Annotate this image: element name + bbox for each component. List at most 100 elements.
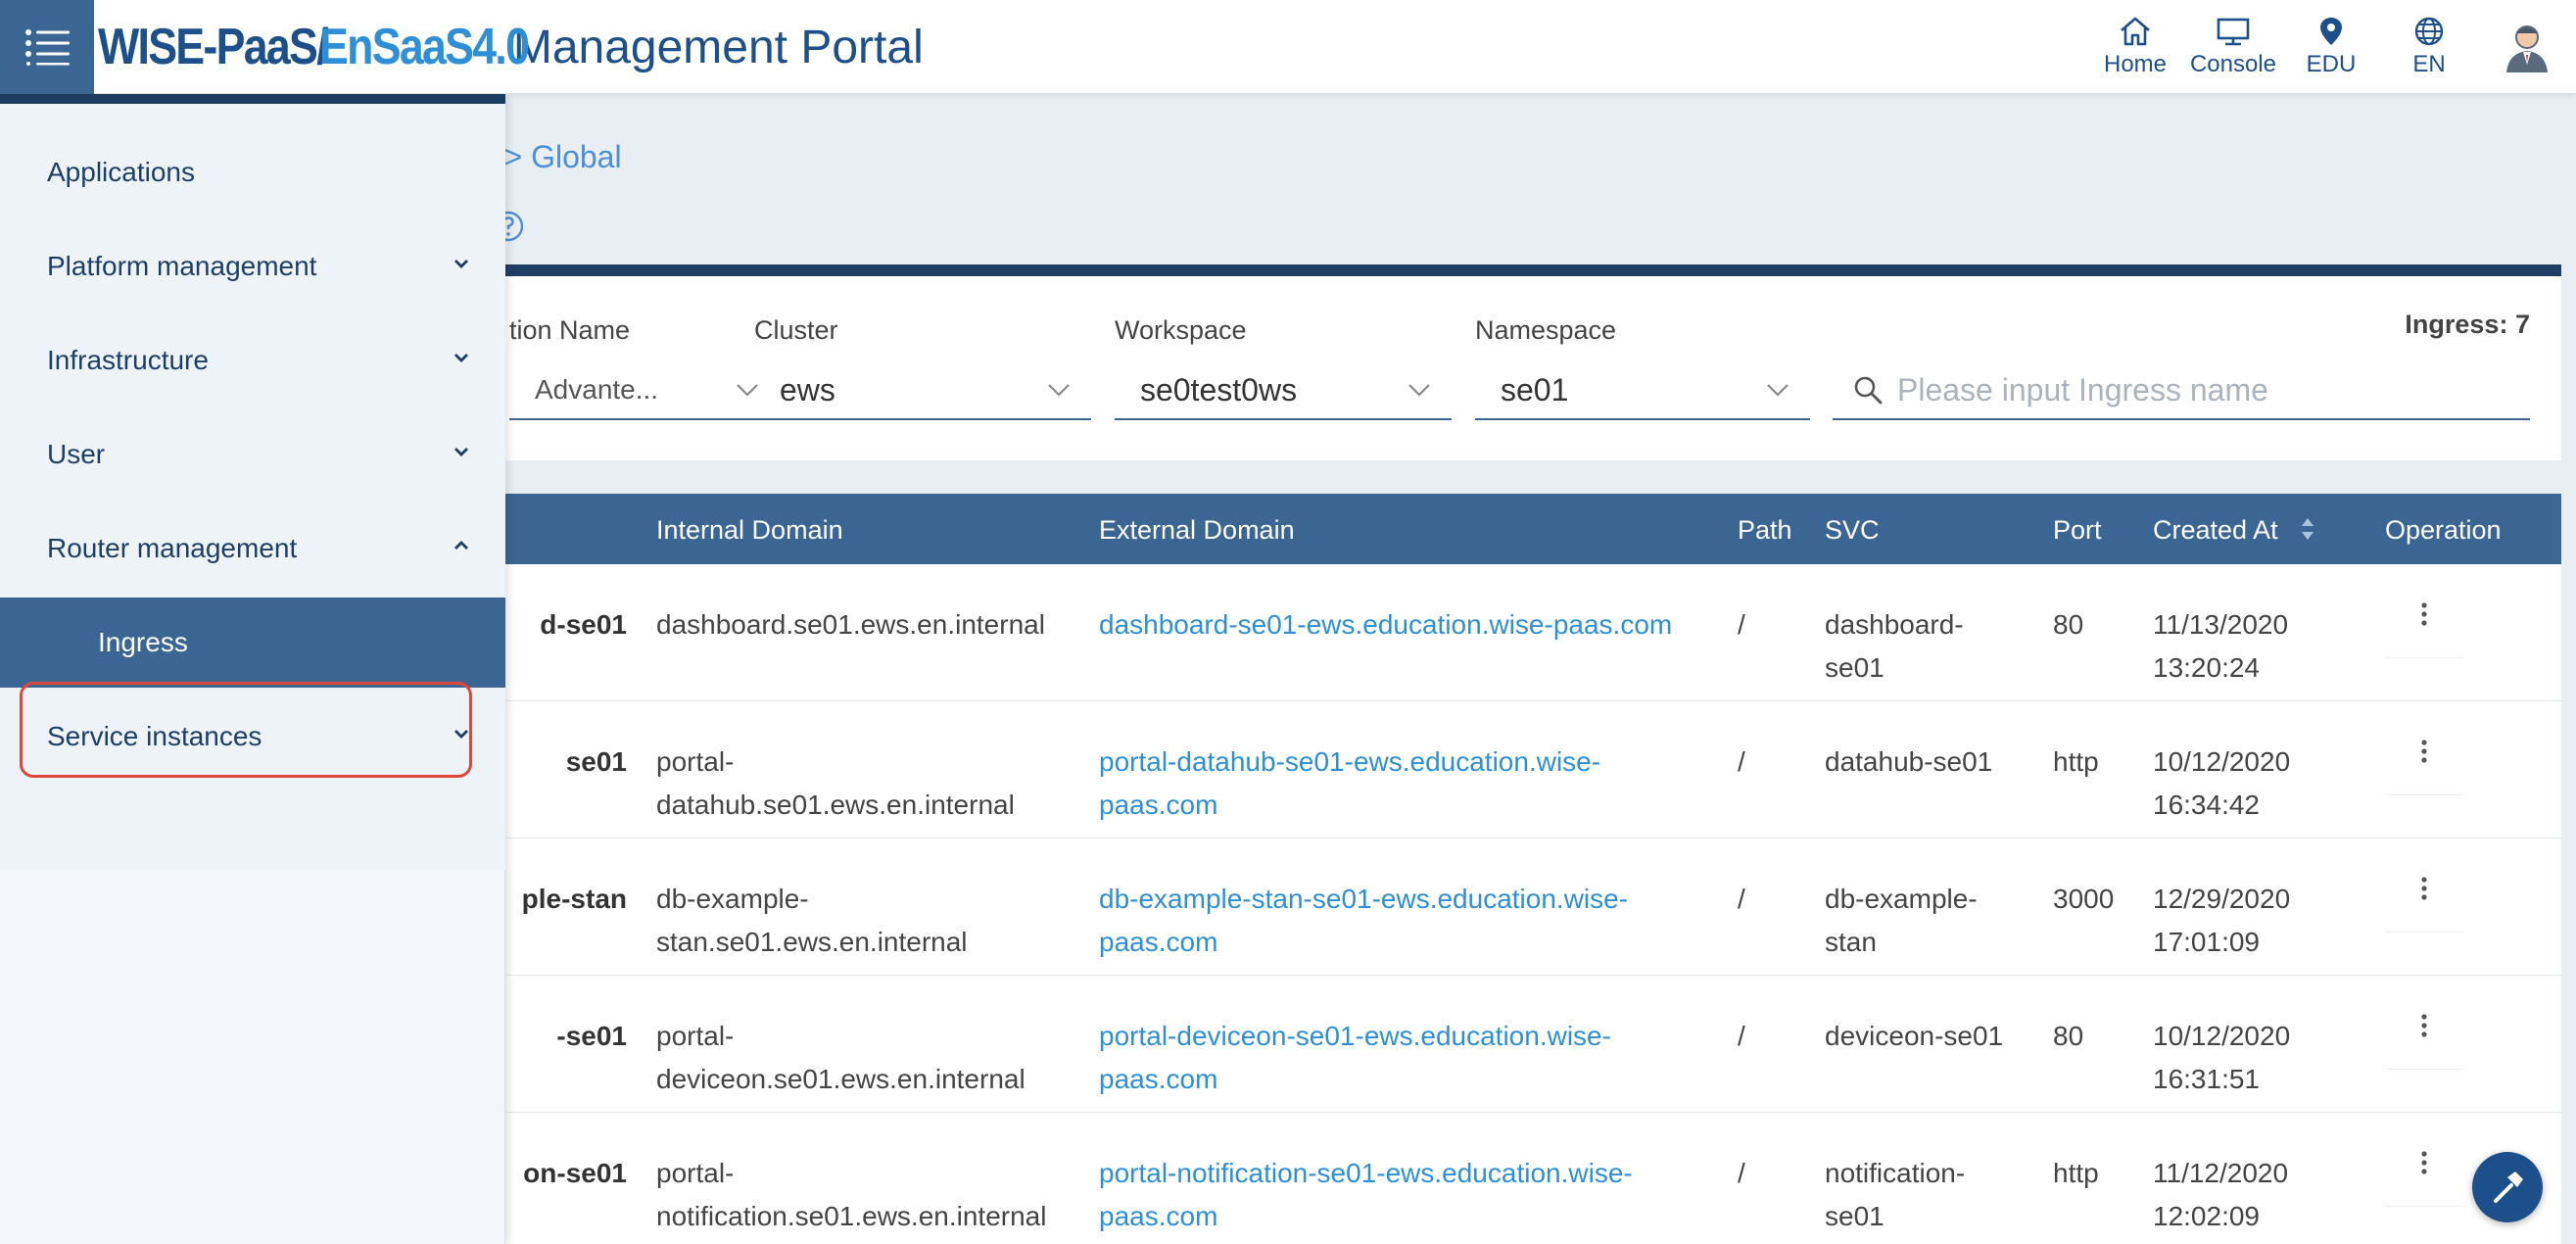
table-row[interactable]: -se01 portal-deviceon.se01.ews.en.intern… [460,976,2561,1113]
namespace-select[interactable]: se01 [1475,361,1810,420]
nav-console[interactable]: Console [2184,0,2282,94]
location-pin-icon [2320,18,2342,45]
brand-wise-paas: WISE-PaaS/ [98,19,329,75]
internal-domain: dashboard.se01.ews.en.internal [656,603,1045,646]
table-row[interactable]: se01 portal-datahub.se01.ews.en.internal… [460,701,2561,838]
created-at-value: 12/29/2020 17:01:09 [2153,878,2290,964]
workspace-label: Workspace [1115,315,1247,345]
internal-domain: portal-notification.se01.ews.en.internal [656,1152,1046,1238]
table-row[interactable]: ple-stan db-example-stan.se01.ews.en.int… [460,838,2561,976]
table-header: Internal Domain External Domain Path SVC… [460,494,2561,564]
port-value: 80 [2053,609,2084,640]
row-actions-button[interactable] [2385,1150,2463,1207]
brand-title: Management Portal [512,21,924,73]
col-path[interactable]: Path [1738,515,1792,546]
workspace-select[interactable]: se0test0ws [1115,361,1452,420]
col-port[interactable]: Port [2053,515,2102,546]
internal-domain: portal-datahub.se01.ews.en.internal [656,741,1015,827]
header-nav: Home Console EDU EN [2086,0,2576,94]
created-at-value: 10/12/2020 16:34:42 [2153,741,2290,827]
path-value: / [1738,1158,1745,1188]
created-time: 17:01:09 [2153,927,2260,957]
nav-edu-label: EDU [2306,51,2357,77]
external-domain-link[interactable]: portal-deviceon-se01-ews.education.wise-… [1099,1015,1611,1101]
svc-line2: se01 [1825,1201,1884,1231]
ingress-search-input[interactable] [1897,371,2524,408]
table-row[interactable]: on-se01 portal-notification.se01.ews.en.… [460,1113,2561,1244]
sidebar-item-infrastructure[interactable]: Infrastructure [0,315,505,406]
external-domain-line1: db-example-stan-se01-ews.education.wise- [1099,884,1629,914]
home-icon [2121,17,2150,46]
row-actions-button[interactable] [2385,739,2463,795]
svc-line1: notification- [1825,1158,1966,1188]
created-date: 10/12/2020 [2153,1021,2291,1051]
sidebar-item-label: User [47,439,106,469]
path-value: / [1738,1021,1745,1051]
user-avatar-button[interactable] [2478,0,2576,94]
svc-line2: se01 [1825,652,1884,683]
created-time: 16:31:51 [2153,1064,2260,1094]
path-value: / [1738,609,1745,640]
svc-line1: db-example- [1825,884,1978,914]
row-actions-button[interactable] [2385,601,2463,658]
external-domain-link[interactable]: dashboard-se01-ews.education.wise-paas.c… [1099,603,1672,646]
svc-line1: deviceon-se01 [1825,1021,2004,1051]
sidebar-item-applications[interactable]: Applications [0,127,505,217]
more-vertical-icon [2421,740,2427,763]
sidebar-item-label: Infrastructure [47,345,209,375]
external-domain-link[interactable]: portal-datahub-se01-ews.education.wise-p… [1099,741,1600,827]
table-row[interactable]: d-se01 dashboard.se01.ews.en.internal da… [460,564,2561,701]
row-actions-button[interactable] [2385,876,2463,933]
sort-icon[interactable] [2298,513,2317,545]
filter-panel: tion Name Advante... Cluster ews Workspa… [460,264,2561,460]
cluster-value: ews [780,371,835,407]
external-domain-link[interactable]: portal-notification-se01-ews.education.w… [1099,1152,1633,1238]
sidebar-item-platform-management[interactable]: Platform management [0,221,505,311]
svc-value: dashboard-se01 [1825,603,1964,690]
sidebar-item-user[interactable]: User [0,409,505,500]
namespace-value: se01 [1501,371,1569,407]
sidebar-item-label: Platform management [47,251,317,281]
internal-domain: portal-deviceon.se01.ews.en.internal [656,1015,1026,1101]
subscription-value: Advante... [535,374,659,405]
row-actions-button[interactable] [2385,1013,2463,1070]
col-svc[interactable]: SVC [1825,515,1880,546]
ingress-search [1833,361,2530,420]
sidebar-item-router-management[interactable]: Router management [0,503,505,594]
monitor-icon [2217,18,2250,46]
cluster-label: Cluster [754,315,838,345]
annotation-highlight-box [20,682,472,778]
port-value: http [2053,746,2099,777]
col-external-domain[interactable]: External Domain [1099,515,1295,546]
ingress-count-label: Ingress: [2405,310,2508,339]
namespace-label: Namespace [1475,315,1617,345]
hamburger-menu-button[interactable] [0,0,94,94]
created-at-value: 10/12/2020 16:31:51 [2153,1015,2290,1101]
chevron-up-icon [454,541,468,550]
external-domain-link[interactable]: db-example-stan-se01-ews.education.wise-… [1099,878,1628,964]
col-internal-domain[interactable]: Internal Domain [656,515,843,546]
nav-language[interactable]: EN [2380,0,2478,94]
subscription-select[interactable]: Advante... [509,361,780,420]
svc-value: deviceon-se01 [1825,1015,2003,1058]
internal-domain: db-example-stan.se01.ews.en.internal [656,878,968,964]
internal-domain-line1: portal- [656,1021,735,1051]
tools-fab-button[interactable] [2472,1152,2543,1222]
hammer-icon [2494,1172,2523,1203]
col-created-at[interactable]: Created At [2153,515,2278,546]
sidebar-subitem-ingress[interactable]: Ingress [0,598,505,688]
cluster-select[interactable]: ews [754,361,1091,420]
port-value: 3000 [2053,884,2115,914]
external-domain-line1: dashboard-se01-ews.education.wise-paas.c… [1099,609,1673,640]
created-date: 10/12/2020 [2153,746,2291,777]
brand-logo[interactable]: WISE-PaaS/ EnSaaS4.0 Management Portal [98,0,924,94]
workspace-value: se0test0ws [1140,371,1298,407]
external-domain-line2: paas.com [1099,1201,1218,1231]
nav-home[interactable]: Home [2086,0,2184,94]
external-domain-line1: portal-notification-se01-ews.education.w… [1099,1158,1633,1188]
svc-value: db-example-stan [1825,878,1978,964]
nav-edu[interactable]: EDU [2282,0,2380,94]
internal-domain-line2: stan.se01.ews.en.internal [656,927,968,957]
internal-domain-line1: portal- [656,746,735,777]
internal-domain-line2: datahub.se01.ews.en.internal [656,789,1015,820]
